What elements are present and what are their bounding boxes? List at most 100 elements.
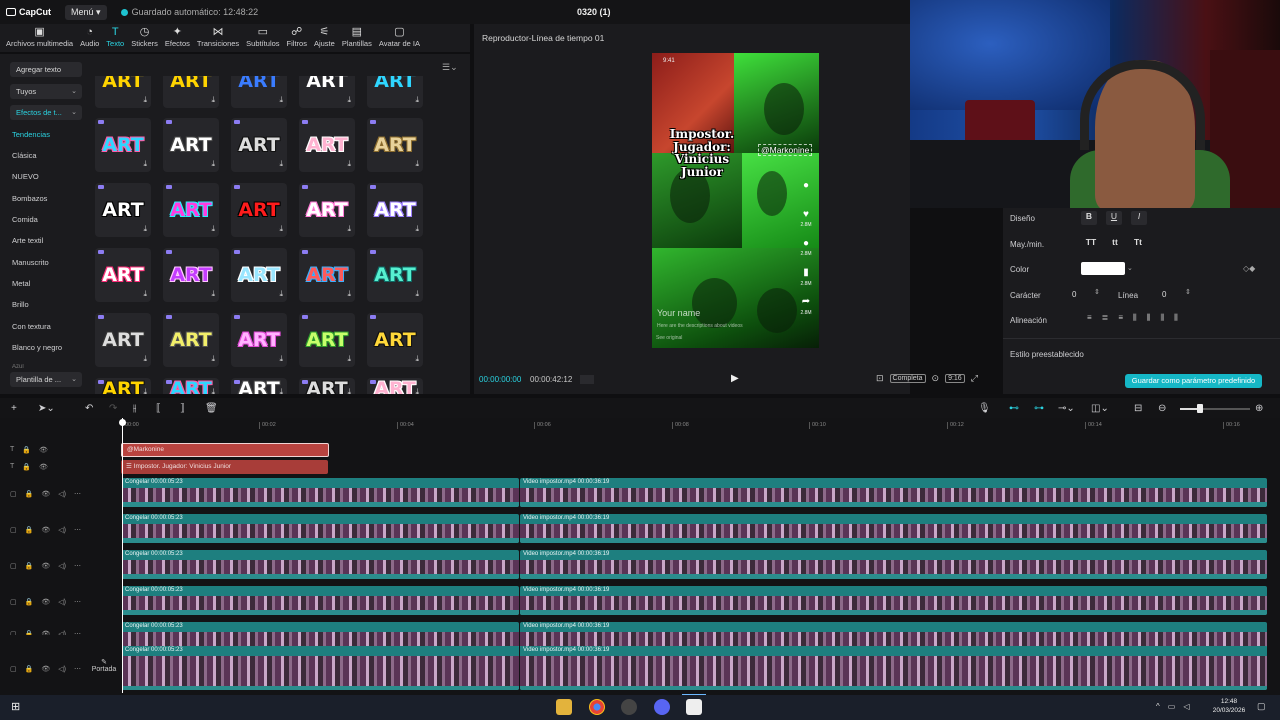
mute-icon[interactable]: ◁) xyxy=(58,598,66,606)
text-style-tile[interactable]: ART ⤓ xyxy=(299,378,355,394)
magnet-icon[interactable]: ⊷ xyxy=(1009,403,1019,414)
category-bombazos[interactable]: Bombazos xyxy=(12,194,47,203)
download-icon[interactable]: ⤓ xyxy=(415,224,419,234)
category-nuevo[interactable]: NUEVO xyxy=(12,172,39,181)
video-clip-impostor[interactable]: Video impostor.mp4 00:00:36:19 xyxy=(520,478,1267,507)
video-clip-impostor[interactable]: Video impostor.mp4 00:00:36:19 xyxy=(520,646,1267,690)
link-icon[interactable]: ⊶ xyxy=(1034,403,1044,414)
fit-icon[interactable]: ⊙ xyxy=(932,373,940,384)
download-icon[interactable]: ⤓ xyxy=(347,387,351,394)
text-style-tile[interactable]: ART ⤓ xyxy=(231,378,287,394)
play-button[interactable]: ▶ xyxy=(731,373,739,384)
filter-icon[interactable]: ☰⌄ xyxy=(442,62,458,73)
text-style-tile[interactable]: ART ⤓ xyxy=(299,183,355,237)
lock-icon[interactable]: 🔒 xyxy=(22,463,31,471)
download-icon[interactable]: ⤓ xyxy=(143,159,147,169)
download-icon[interactable]: ⤓ xyxy=(279,95,283,105)
category-blanco-y-negro[interactable]: Blanco y negro xyxy=(12,343,62,352)
obs-icon[interactable] xyxy=(621,699,637,715)
download-icon[interactable]: ⤓ xyxy=(211,95,215,105)
eye-icon[interactable]: 👁 xyxy=(39,446,48,454)
undo-icon[interactable]: ↶ xyxy=(85,403,93,414)
text-style-tile[interactable]: ART ⤓ xyxy=(95,183,151,237)
timecode-toggle-icon[interactable] xyxy=(580,375,594,384)
clock[interactable]: 12:48 20/03/2026 xyxy=(1205,697,1253,715)
vertical-align-middle-icon[interactable]: ⫼ xyxy=(1160,313,1164,323)
text-style-tile[interactable]: ART ⤓ xyxy=(95,248,151,302)
stepper-icon[interactable]: ⇕ xyxy=(1185,288,1191,296)
color-picker[interactable] xyxy=(1081,262,1125,275)
zoom-out-icon[interactable]: ⊖ xyxy=(1158,403,1166,414)
video-clip-impostor[interactable]: Video impostor.mp4 00:00:36:19 xyxy=(520,586,1267,615)
more-icon[interactable]: ⋯ xyxy=(74,562,81,570)
cover-toggle-icon[interactable]: ▢ xyxy=(10,665,17,673)
cover-toggle-icon[interactable]: ▢ xyxy=(10,490,17,498)
text-style-tile[interactable]: ART ⤓ xyxy=(367,183,423,237)
eye-icon[interactable]: 👁 xyxy=(41,598,50,606)
category-brillo[interactable]: Brillo xyxy=(12,300,29,309)
overlay-handle-text[interactable]: @Markonine xyxy=(758,144,813,156)
crop-icon[interactable]: ⊡ xyxy=(876,373,884,384)
video-clip-impostor[interactable]: Video impostor.mp4 00:00:36:19 xyxy=(520,514,1267,543)
download-icon[interactable]: ⤓ xyxy=(211,354,215,364)
download-icon[interactable]: ⤓ xyxy=(415,289,419,299)
category-con-textura[interactable]: Con textura xyxy=(12,322,51,331)
text-style-tile[interactable]: ART ⤓ xyxy=(231,313,287,367)
add-text-button[interactable]: Agregar texto xyxy=(10,62,82,77)
category-metal[interactable]: Metal xyxy=(12,279,30,288)
char-spacing-input[interactable]: 0 xyxy=(1072,290,1076,299)
text-style-tile[interactable]: ART ⤓ xyxy=(367,378,423,394)
lock-icon[interactable]: 🔒 xyxy=(25,562,34,570)
video-clip-freeze[interactable]: Congelar 00:00:05:23 xyxy=(122,550,519,579)
cover-toggle-icon[interactable]: ▢ xyxy=(10,598,17,606)
download-icon[interactable]: ⤓ xyxy=(211,387,215,394)
text-style-tile[interactable]: ART ⤓ xyxy=(299,118,355,172)
fullscreen-icon[interactable]: ⤢ xyxy=(971,373,978,384)
text-clip-handle[interactable]: @Markonine xyxy=(121,443,329,457)
eye-icon[interactable]: 👁 xyxy=(41,562,50,570)
eye-icon[interactable]: 👁 xyxy=(41,630,50,635)
mute-icon[interactable]: ◁) xyxy=(58,562,66,570)
download-icon[interactable]: ⤓ xyxy=(347,95,351,105)
download-icon[interactable]: ⤓ xyxy=(347,354,351,364)
mute-icon[interactable]: ◁) xyxy=(58,526,66,534)
video-clip-freeze[interactable]: Congelar 00:00:05:23 xyxy=(122,514,519,543)
video-preview[interactable] xyxy=(652,53,819,348)
text-style-tile[interactable]: ART ⤓ xyxy=(163,378,219,394)
vertical-align-bottom-icon[interactable]: ⫼ xyxy=(1174,313,1178,323)
category-arte-textil[interactable]: Arte textil xyxy=(12,236,43,245)
tool-transitions[interactable]: ⋈ Transiciones xyxy=(197,24,239,52)
category-clasica[interactable]: Clásica xyxy=(12,151,37,160)
download-icon[interactable]: ⤓ xyxy=(279,224,283,234)
download-icon[interactable]: ⤓ xyxy=(279,289,283,299)
playhead[interactable] xyxy=(122,418,123,693)
italic-button[interactable]: I xyxy=(1131,211,1147,225)
eye-icon[interactable]: 👁 xyxy=(41,665,50,673)
tool-audio[interactable]: ◔ Audio xyxy=(80,24,99,52)
download-icon[interactable]: ⤓ xyxy=(211,224,215,234)
text-clip-title[interactable]: ☰ Impostor. Jugador: Vinicius Junior xyxy=(121,460,328,474)
tool-effects[interactable]: ✦ Efectos xyxy=(165,24,190,52)
zoom-slider-handle[interactable] xyxy=(1197,404,1203,413)
discord-icon[interactable] xyxy=(654,699,670,715)
more-icon[interactable]: ⋯ xyxy=(74,665,81,673)
playhead-handle[interactable] xyxy=(119,419,126,426)
text-style-tile[interactable]: ART ⤓ xyxy=(367,118,423,172)
split-right-icon[interactable]: ⟧ xyxy=(180,403,185,414)
download-icon[interactable]: ⤓ xyxy=(143,224,147,234)
capcut-taskbar-icon[interactable] xyxy=(686,699,702,715)
video-clip-freeze[interactable]: Congelar 00:00:05:23 xyxy=(122,478,519,507)
text-style-tile[interactable]: ART ⤓ xyxy=(163,313,219,367)
cover-button[interactable]: ✎ Portada xyxy=(88,658,120,673)
notifications-icon[interactable]: ▢ xyxy=(1257,701,1266,712)
ratio-button[interactable]: Completa xyxy=(889,374,926,383)
tool-stickers[interactable]: ◷ Stickers xyxy=(131,24,158,52)
download-icon[interactable]: ⤓ xyxy=(415,159,419,169)
titlecase-button[interactable]: Tt xyxy=(1130,237,1146,251)
overlay-title-text[interactable]: Impostor. Jugador: Vinicius Junior xyxy=(652,128,752,178)
text-effects-dropdown[interactable]: Efectos de t... ⌄ xyxy=(10,105,82,120)
text-style-tile[interactable]: ART ⤓ xyxy=(299,248,355,302)
category-tendencias[interactable]: Tendencias xyxy=(12,130,50,139)
more-icon[interactable]: ⋯ xyxy=(74,630,81,635)
eye-icon[interactable]: 👁 xyxy=(39,463,48,471)
